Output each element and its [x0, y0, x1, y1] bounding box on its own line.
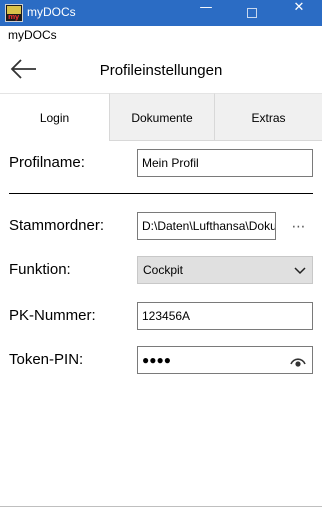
tab-login[interactable]: Login: [0, 93, 109, 141]
pk-number-field[interactable]: 123456A: [137, 302, 313, 330]
pk-number-label: PK-Nummer:: [9, 307, 96, 324]
root-folder-field[interactable]: D:\Daten\Lufthansa\Dokumente: [137, 212, 276, 240]
app-icon: my: [5, 4, 23, 22]
minimize-button[interactable]: —: [183, 0, 229, 26]
page-title: Profileinstellungen: [99, 62, 223, 79]
function-label: Funktion:: [9, 261, 71, 278]
window-titlebar: my myDOCs — ✕: [0, 0, 322, 26]
divider: [9, 193, 313, 194]
token-pin-field[interactable]: ●●●●: [137, 346, 313, 374]
eye-icon[interactable]: [290, 353, 306, 367]
profile-name-field[interactable]: Mein Profil: [137, 149, 313, 177]
chevron-down-icon: [294, 267, 306, 275]
app-caption: myDOCs: [0, 26, 322, 44]
window-title: myDOCs: [27, 5, 76, 19]
close-button[interactable]: ✕: [276, 0, 322, 26]
profile-name-label: Profilname:: [9, 154, 85, 171]
tab-extras[interactable]: Extras: [214, 93, 322, 141]
function-select-value: Cockpit: [143, 263, 184, 277]
tab-bar: Login Dokumente Extras: [0, 93, 322, 141]
maximize-icon: [247, 8, 257, 18]
app-caption-label: myDOCs: [8, 28, 57, 42]
maximize-button[interactable]: [229, 0, 275, 26]
token-pin-label: Token-PIN:: [9, 351, 84, 368]
function-select[interactable]: Cockpit: [137, 256, 313, 284]
browse-folder-button[interactable]: ⋯: [286, 214, 312, 238]
tab-documents[interactable]: Dokumente: [109, 93, 214, 141]
token-pin-value: ●●●●: [142, 353, 171, 367]
root-folder-label: Stammordner:: [9, 217, 105, 234]
